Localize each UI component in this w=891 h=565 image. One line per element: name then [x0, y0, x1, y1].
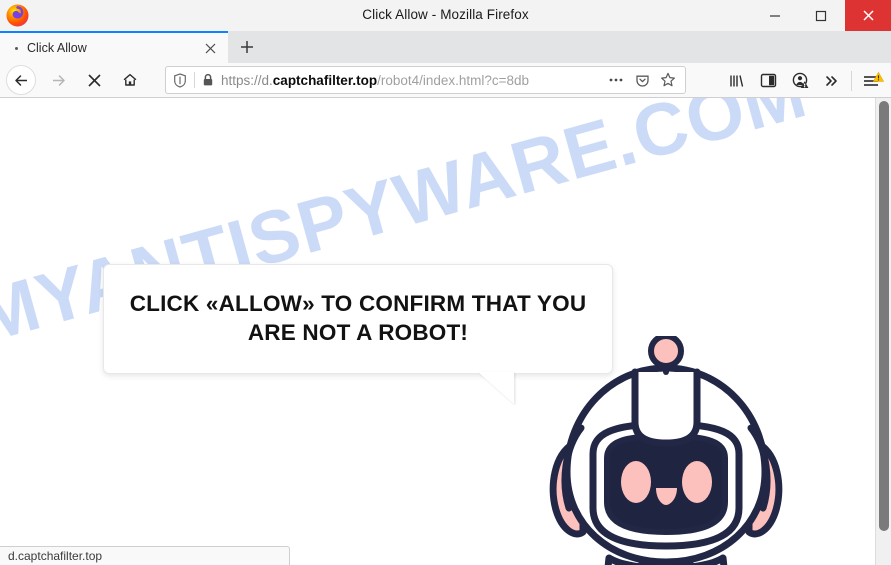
home-button[interactable]: [114, 65, 146, 95]
overflow-chevron-icon[interactable]: [816, 66, 848, 96]
tab-click-allow[interactable]: Click Allow: [0, 31, 228, 63]
page-content: MYANTISPYWARE.COM CLICK «ALLOW» TO CONFI…: [0, 98, 891, 565]
stop-button[interactable]: [78, 65, 110, 95]
title-bar: Click Allow - Mozilla Firefox: [0, 0, 891, 31]
scrollbar-thumb[interactable]: [879, 101, 889, 531]
tab-strip: Click Allow: [0, 31, 891, 63]
sidebar-icon[interactable]: [752, 66, 784, 96]
robot-mascot-illustration: [531, 333, 801, 565]
toolbar-right-group: [720, 63, 891, 98]
speech-bubble-line-2: ARE NOT A ROBOT!: [247, 320, 469, 345]
minimize-button[interactable]: [752, 0, 798, 31]
url-host: captchafilter.top: [272, 72, 378, 88]
close-window-button[interactable]: [845, 0, 891, 31]
maximize-button[interactable]: [798, 0, 844, 31]
url-path: /robot4/index.html?c=8db: [377, 72, 530, 88]
page-actions-ellipsis-icon[interactable]: [603, 77, 629, 83]
browser-window: Click Allow - Mozilla Firefox Click Allo…: [0, 0, 891, 565]
toolbar-divider: [851, 70, 852, 91]
padlock-icon[interactable]: [195, 73, 221, 87]
new-tab-button[interactable]: [229, 31, 265, 63]
warning-triangle-icon: [872, 69, 885, 87]
pocket-icon[interactable]: [629, 73, 655, 88]
speech-bubble-line-1: CLICK «ALLOW» TO CONFIRM THAT YOU: [129, 291, 587, 317]
account-warning-icon[interactable]: [784, 66, 816, 96]
back-button[interactable]: [6, 65, 36, 95]
library-icon[interactable]: [720, 66, 752, 96]
hamburger-menu-icon[interactable]: [855, 66, 887, 96]
tab-favicon-icon: [9, 41, 23, 55]
speech-bubble-tail: [478, 372, 514, 404]
vertical-scrollbar[interactable]: [875, 98, 891, 565]
forward-button: [42, 65, 74, 95]
url-subdomain: d.: [261, 72, 273, 88]
bookmark-star-icon[interactable]: [655, 72, 681, 88]
shield-icon[interactable]: [166, 72, 194, 88]
url-bar[interactable]: https://d.captchafilter.top/robot4/index…: [165, 66, 686, 94]
tab-label: Click Allow: [27, 41, 87, 55]
tab-close-icon[interactable]: [198, 36, 222, 60]
url-scheme: https://: [221, 72, 262, 88]
status-bar-text: d.captchafilter.top: [8, 549, 103, 563]
status-bar: d.captchafilter.top: [0, 546, 290, 565]
url-text[interactable]: https://d.captchafilter.top/robot4/index…: [221, 73, 603, 88]
